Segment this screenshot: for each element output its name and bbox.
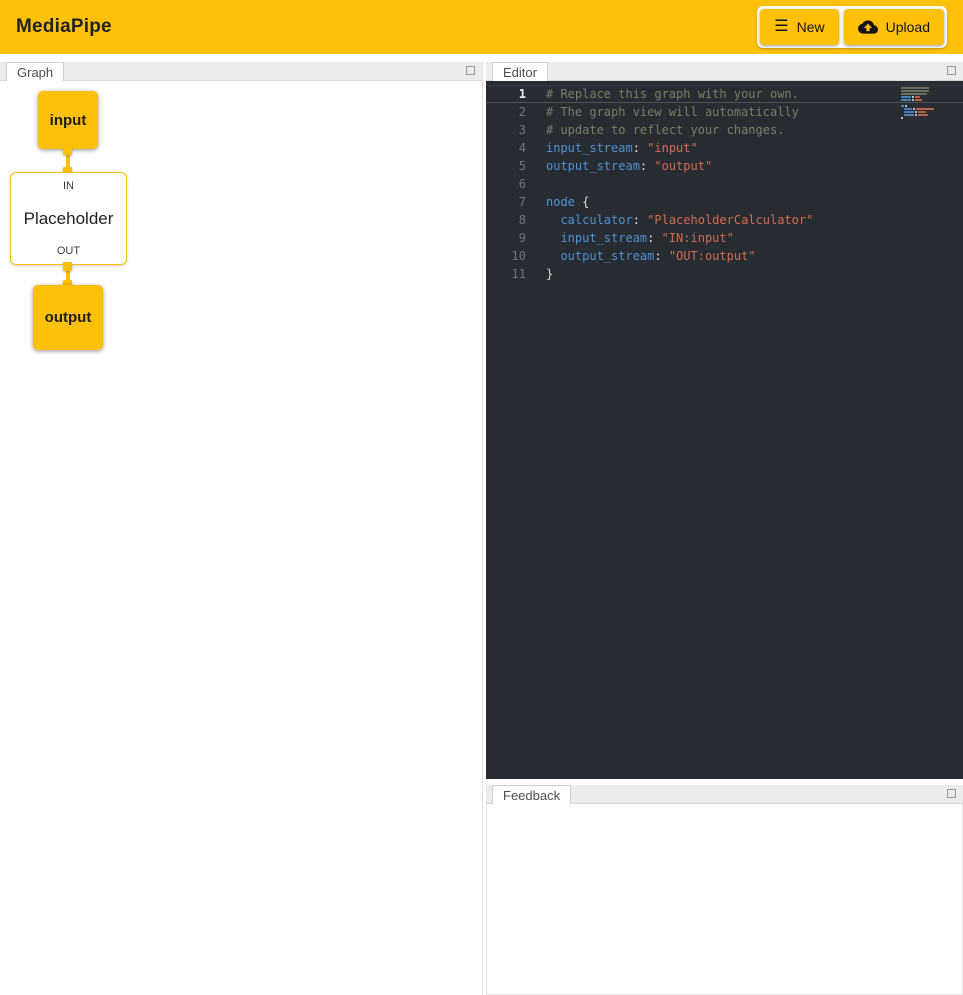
graph-node-placeholder[interactable]: IN Placeholder OUT: [10, 172, 127, 265]
new-button-label: New: [797, 19, 825, 35]
code-lines: 1# Replace this graph with your own.2# T…: [486, 85, 963, 283]
graph-canvas[interactable]: input IN Placeholder OUT output: [0, 81, 482, 994]
output-port-label: OUT: [57, 245, 80, 257]
code-line: 6: [486, 175, 963, 193]
code-line: 1# Replace this graph with your own.: [486, 85, 963, 103]
graph-node-output[interactable]: output: [33, 285, 103, 350]
graph-panel: Graph input IN Placeholder OUT output: [0, 62, 483, 995]
feedback-content: [486, 804, 963, 995]
feedback-panel: Feedback: [486, 785, 963, 995]
code-line: 4input_stream: "input": [486, 139, 963, 157]
code-line: 3# update to reflect your changes.: [486, 121, 963, 139]
header-actions: ☰ New Upload: [757, 6, 947, 48]
edge-connector-dot: [63, 262, 72, 271]
feedback-panel-tabstrip: Feedback: [486, 785, 963, 804]
minimap[interactable]: [901, 87, 941, 120]
app-header: MediaPipe ☰ New Upload: [0, 0, 963, 54]
placeholder-node-label: Placeholder: [24, 209, 114, 229]
maximize-icon[interactable]: [466, 66, 475, 75]
new-button[interactable]: ☰ New: [760, 9, 838, 45]
code-line: 5output_stream: "output": [486, 157, 963, 175]
code-line: 10 output_stream: "OUT:output": [486, 247, 963, 265]
graph-panel-tabstrip: Graph: [0, 62, 482, 81]
code-line: 7node {: [486, 193, 963, 211]
tab-editor[interactable]: Editor: [492, 62, 548, 81]
maximize-icon[interactable]: [947, 66, 956, 75]
tab-graph[interactable]: Graph: [6, 62, 64, 81]
tab-feedback[interactable]: Feedback: [492, 785, 571, 804]
menu-icon: ☰: [774, 19, 788, 35]
input-port-label: IN: [63, 180, 74, 192]
upload-button[interactable]: Upload: [844, 9, 944, 45]
editor-panel: Editor 1# Replace this graph with your o…: [486, 62, 963, 779]
code-line: 9 input_stream: "IN:input": [486, 229, 963, 247]
graph-node-input[interactable]: input: [38, 91, 98, 149]
code-line: 2# The graph view will automatically: [486, 103, 963, 121]
editor-panel-tabstrip: Editor: [486, 62, 963, 81]
code-line: 8 calculator: "PlaceholderCalculator": [486, 211, 963, 229]
upload-button-label: Upload: [886, 19, 930, 35]
maximize-icon[interactable]: [947, 789, 956, 798]
edge-connector-dot: [63, 146, 72, 155]
code-editor[interactable]: 1# Replace this graph with your own.2# T…: [486, 81, 963, 779]
code-line: 11}: [486, 265, 963, 283]
app-title: MediaPipe: [16, 16, 112, 38]
cloud-upload-icon: [858, 17, 878, 37]
